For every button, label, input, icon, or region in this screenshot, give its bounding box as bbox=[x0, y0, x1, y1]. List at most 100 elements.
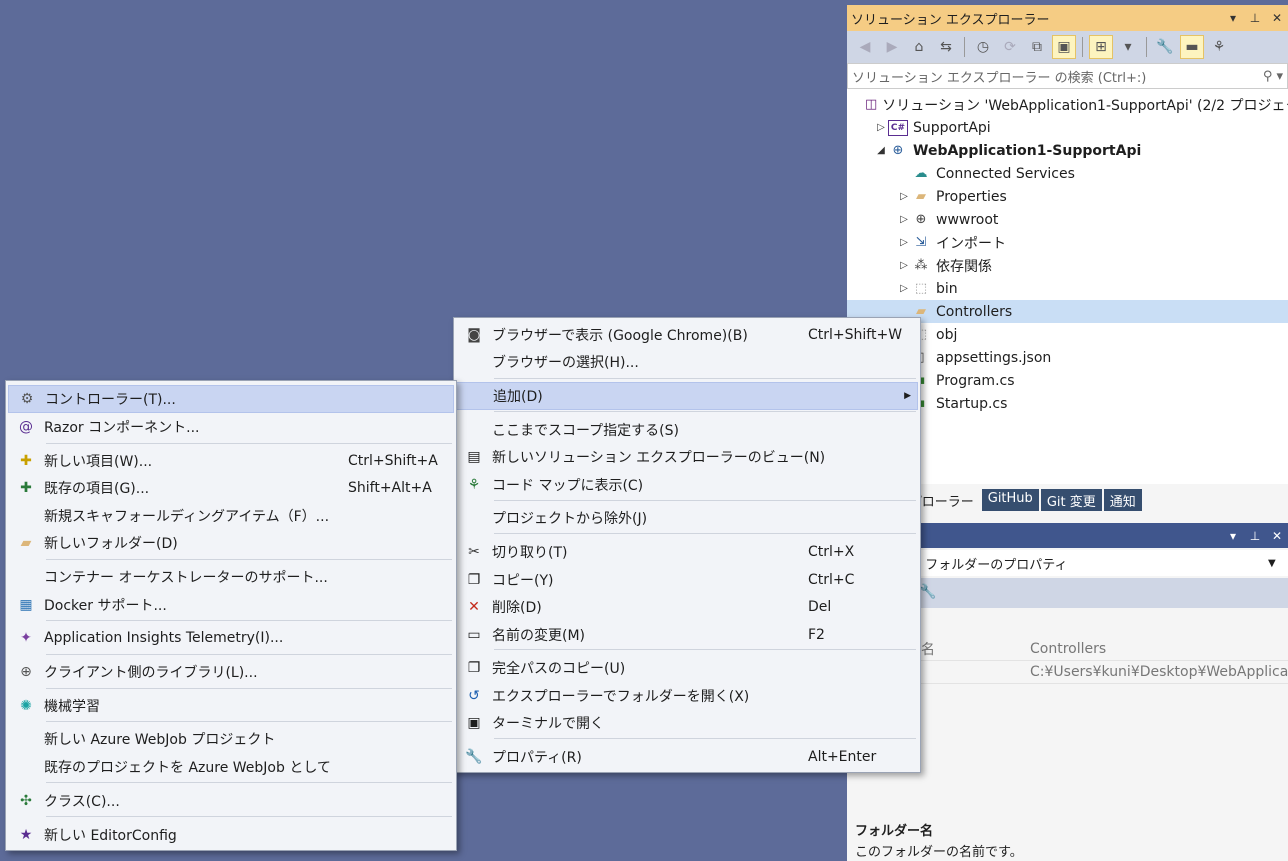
menu-item[interactable]: ◙ ブラウザーで表示 (Google Chrome)(B) Ctrl+Shift+W bbox=[456, 321, 918, 349]
menu-shortcut: Shift+Alt+A bbox=[348, 480, 432, 496]
menu-shortcut: F2 bbox=[808, 627, 825, 643]
wrench-icon[interactable]: 🔧 bbox=[1153, 35, 1177, 59]
docker-icon: ▦ bbox=[19, 597, 33, 613]
code-map-icon: ⚘ bbox=[467, 477, 481, 493]
menu-item[interactable]: ✚ 既存の項目(G)... Shift+Alt+A bbox=[8, 474, 454, 502]
controller-icon: ⚙ bbox=[20, 391, 34, 407]
expander-icon[interactable]: ▷ bbox=[897, 214, 911, 225]
property-value: C:¥Users¥kuni¥Desktop¥WebApplicati bbox=[1030, 664, 1288, 680]
search-input[interactable]: ソリューション エクスプローラー の検索 (Ctrl+:) bbox=[852, 67, 1263, 86]
tab-git-changes[interactable]: Git 変更 bbox=[1040, 489, 1102, 511]
web-project-icon: ⊕ bbox=[892, 143, 904, 158]
menu-item[interactable]: コンテナー オーケストレーターのサポート... bbox=[8, 563, 454, 591]
menu-item[interactable]: ✣ クラス(C)... bbox=[8, 787, 454, 815]
insights-icon: ✦ bbox=[20, 630, 32, 646]
forward-icon[interactable]: ▶ bbox=[880, 35, 904, 59]
pin-icon[interactable]: ⊥ bbox=[1244, 529, 1266, 543]
menu-item[interactable]: ▦ Docker サポート... bbox=[8, 591, 454, 619]
menu-item[interactable]: ✕ 削除(D) Del bbox=[456, 593, 918, 621]
menu-item[interactable]: ★ 新しい EditorConfig bbox=[8, 821, 454, 849]
expander-icon[interactable]: ▷ bbox=[897, 191, 911, 202]
menu-item[interactable]: ✦ Application Insights Telemetry(I)... bbox=[8, 624, 454, 652]
tree-item-label: SupportApi bbox=[913, 119, 991, 136]
menu-item[interactable]: 新しい Azure WebJob プロジェクト bbox=[8, 725, 454, 753]
tree-item[interactable]: ▷ ⬚ bin bbox=[847, 277, 1288, 300]
view-dropdown-icon[interactable]: ▾ bbox=[1116, 35, 1140, 59]
tree-item[interactable]: ◢ ⊕ WebApplication1-SupportApi bbox=[847, 139, 1288, 162]
menu-item[interactable]: ❐ コピー(Y) Ctrl+C bbox=[456, 566, 918, 594]
tree-item[interactable]: ▷ ▰ Properties bbox=[847, 185, 1288, 208]
menu-shortcut: Ctrl+C bbox=[808, 572, 855, 588]
existing-item-icon: ✚ bbox=[20, 480, 32, 496]
menu-item[interactable]: ▣ ターミナルで開く bbox=[456, 709, 918, 737]
solution-explorer-search[interactable]: ソリューション エクスプローラー の検索 (Ctrl+:) ⚲ ▾ bbox=[847, 63, 1288, 89]
menu-item[interactable]: ⚘ コード マップに表示(C) bbox=[456, 471, 918, 499]
wrench-icon: 🔧 bbox=[465, 749, 483, 765]
menu-separator bbox=[46, 721, 452, 722]
solution-explorer-titlebar: ソリューション エクスプローラー ▾ ⊥ ✕ bbox=[847, 5, 1288, 31]
tree-item[interactable]: ▷ C# SupportApi bbox=[847, 116, 1288, 139]
pending-changes-filter-icon[interactable]: ◷ bbox=[971, 35, 995, 59]
back-icon[interactable]: ◀ bbox=[853, 35, 877, 59]
menu-item[interactable]: ▭ 名前の変更(M) F2 bbox=[456, 621, 918, 649]
show-all-files-icon[interactable]: ▣ bbox=[1052, 35, 1076, 59]
code-map-icon[interactable]: ⚘ bbox=[1207, 35, 1231, 59]
menu-item[interactable]: ⊕ クライアント側のライブラリ(L)... bbox=[8, 658, 454, 686]
add-submenu: ⚙ コントローラー(T)... @ Razor コンポーネント... ✚ 新しい項目(W)… bbox=[5, 380, 457, 851]
delete-icon: ✕ bbox=[468, 599, 480, 615]
menu-item-label: 削除(D) bbox=[492, 600, 542, 616]
menu-item[interactable]: 既存のプロジェクトを Azure WebJob として bbox=[8, 753, 454, 781]
menu-item[interactable]: ▤ 新しいソリューション エクスプローラーのビュー(N) bbox=[456, 443, 918, 471]
search-icon[interactable]: ⚲ ▾ bbox=[1263, 69, 1283, 84]
menu-item[interactable]: プロジェクトから除外(J) bbox=[456, 504, 918, 532]
sync-icon[interactable]: ⟳ bbox=[998, 35, 1022, 59]
tree-item[interactable]: ▷ ⊕ wwwroot bbox=[847, 208, 1288, 231]
tree-item[interactable]: ◫ ソリューション 'WebApplication1-SupportApi' (2… bbox=[847, 93, 1288, 116]
collapse-all-icon[interactable]: ⧉ bbox=[1025, 35, 1049, 59]
menu-item-label: Application Insights Telemetry(I)... bbox=[44, 630, 284, 646]
menu-item[interactable]: ❐ 完全パスのコピー(U) bbox=[456, 654, 918, 682]
menu-item-label: 新しい EditorConfig bbox=[44, 828, 177, 844]
menu-item[interactable]: ▰ 新しいフォルダー(D) bbox=[8, 529, 454, 557]
menu-item-label: ターミナルで開く bbox=[492, 716, 604, 732]
menu-item[interactable]: ブラウザーの選択(H)... bbox=[456, 348, 918, 376]
menu-item[interactable]: 新規スキャフォールディングアイテム（F）... bbox=[8, 502, 454, 530]
menu-item[interactable]: ここまでスコープ指定する(S) bbox=[456, 416, 918, 444]
preview-selected-icon[interactable]: ▬ bbox=[1180, 35, 1204, 59]
expander-icon[interactable]: ◢ bbox=[874, 145, 888, 156]
pin-icon[interactable]: ⊥ bbox=[1244, 11, 1266, 25]
tree-item[interactable]: ▷ ⁂ 依存関係 bbox=[847, 254, 1288, 277]
expander-icon[interactable]: ▷ bbox=[874, 122, 888, 133]
razor-icon: @ bbox=[19, 419, 33, 435]
menu-item-label: 既存のプロジェクトを Azure WebJob として bbox=[44, 760, 331, 776]
menu-item-label: 完全パスのコピー(U) bbox=[492, 661, 626, 677]
tree-item-label: appsettings.json bbox=[936, 349, 1052, 366]
property-pages-icon[interactable]: 🔧 bbox=[919, 584, 936, 600]
expander-icon[interactable]: ▷ bbox=[897, 283, 911, 294]
menu-item[interactable]: ✚ 新しい項目(W)... Ctrl+Shift+A bbox=[8, 447, 454, 475]
menu-item[interactable]: 追加(D) ▶ bbox=[456, 382, 918, 410]
window-menu-icon[interactable]: ▾ bbox=[1222, 529, 1244, 543]
menu-item[interactable]: ✂ 切り取り(T) Ctrl+X bbox=[456, 538, 918, 566]
expander-icon[interactable]: ▷ bbox=[897, 260, 911, 271]
tree-item[interactable]: ▷ ⇲ インポート bbox=[847, 231, 1288, 254]
menu-item[interactable]: ↺ エクスプローラーでフォルダーを開く(X) bbox=[456, 682, 918, 710]
tab-github[interactable]: GitHub bbox=[981, 489, 1039, 511]
home-icon[interactable]: ⌂ bbox=[907, 35, 931, 59]
switch-views-icon[interactable]: ⇆ bbox=[934, 35, 958, 59]
chevron-down-icon[interactable]: ▼ bbox=[1268, 558, 1288, 569]
menu-item[interactable]: ⚙ コントローラー(T)... bbox=[8, 385, 454, 413]
close-icon[interactable]: ✕ bbox=[1266, 529, 1288, 543]
close-icon[interactable]: ✕ bbox=[1266, 11, 1288, 25]
menu-item[interactable]: ✺ 機械学習 bbox=[8, 692, 454, 720]
expander-icon[interactable]: ▷ bbox=[897, 237, 911, 248]
tree-item[interactable]: ☁ Connected Services bbox=[847, 162, 1288, 185]
menu-item[interactable]: 🔧 プロパティ(R) Alt+Enter bbox=[456, 743, 918, 771]
window-menu-icon[interactable]: ▾ bbox=[1222, 11, 1244, 25]
menu-item[interactable]: @ Razor コンポーネント... bbox=[8, 413, 454, 441]
tree-item-label: wwwroot bbox=[936, 211, 999, 228]
tab-notifications[interactable]: 通知 bbox=[1103, 489, 1142, 511]
tree-view-icon[interactable]: ⊞ bbox=[1089, 35, 1113, 59]
property-description-title: フォルダー名 bbox=[855, 824, 934, 839]
editorconfig-icon: ★ bbox=[19, 827, 33, 843]
